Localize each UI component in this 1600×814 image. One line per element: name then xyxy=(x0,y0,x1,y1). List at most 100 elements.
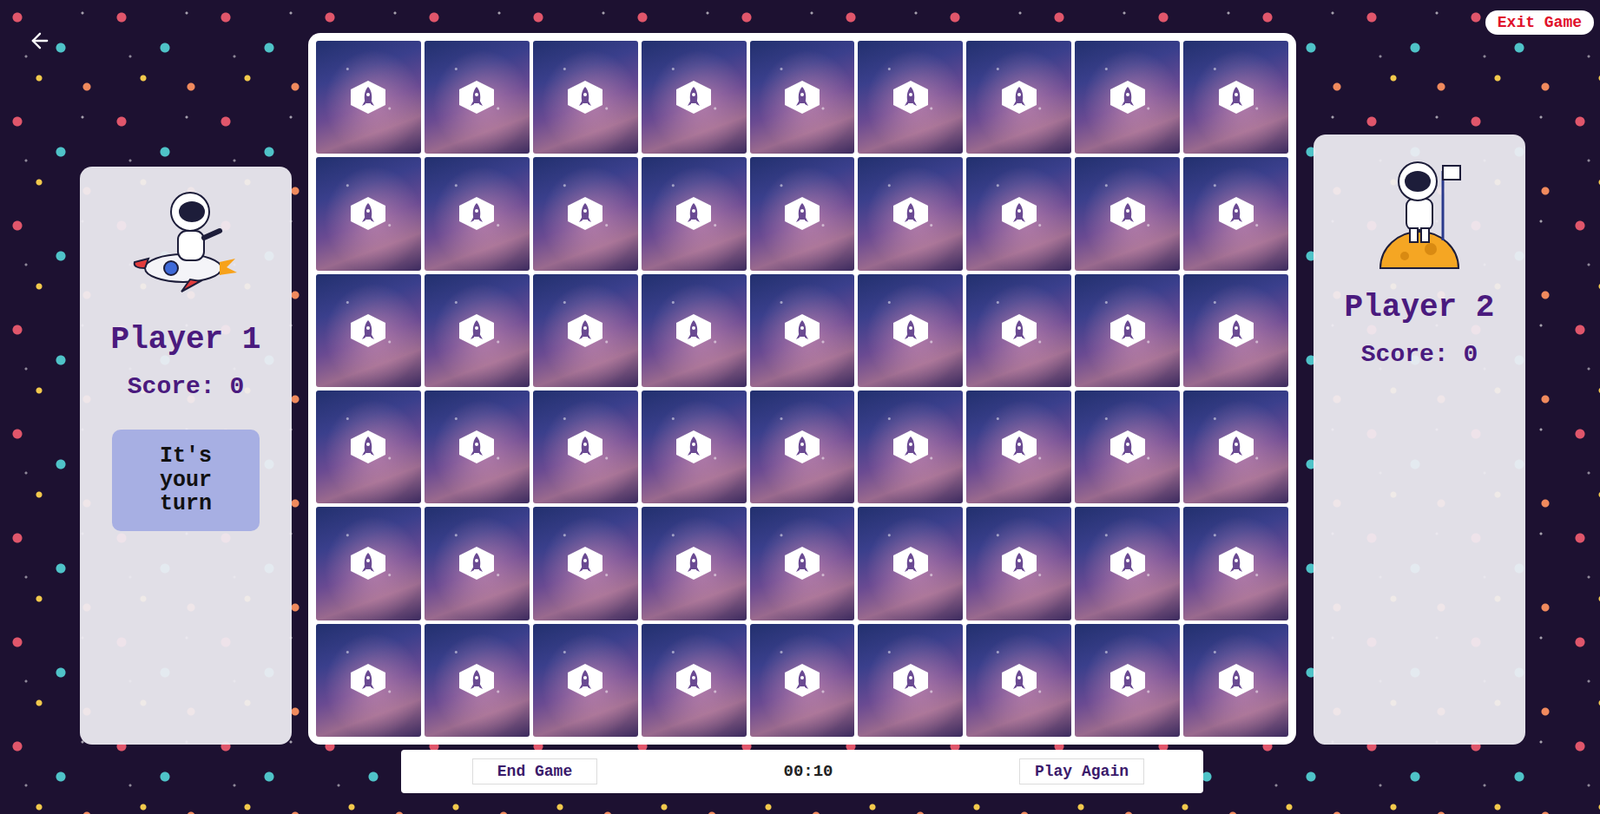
memory-card[interactable] xyxy=(316,40,422,154)
rocket-hexagon-icon xyxy=(1108,663,1147,698)
memory-card[interactable] xyxy=(316,274,422,388)
memory-card[interactable] xyxy=(641,40,747,154)
center-column: End Game 00:10 Play Again xyxy=(308,32,1297,794)
memory-card[interactable] xyxy=(533,40,639,154)
rocket-hexagon-icon xyxy=(348,663,388,698)
rocket-hexagon-icon xyxy=(457,663,496,698)
control-bar: End Game 00:10 Play Again xyxy=(401,750,1204,794)
memory-card[interactable] xyxy=(533,157,639,270)
rocket-hexagon-icon xyxy=(783,663,822,698)
memory-card[interactable] xyxy=(424,157,530,270)
memory-card[interactable] xyxy=(316,390,422,504)
rocket-hexagon-icon xyxy=(674,196,713,231)
memory-card[interactable] xyxy=(750,40,856,154)
memory-card[interactable] xyxy=(1074,624,1180,738)
memory-card[interactable] xyxy=(316,624,422,738)
right-column: Exit GamePlayer 2Score: 0 xyxy=(1296,0,1600,745)
player-score: Score: 0 xyxy=(1361,341,1478,369)
memory-card[interactable] xyxy=(641,506,747,620)
left-column: Player 1Score: 0It's your turn xyxy=(0,0,309,745)
memory-card[interactable] xyxy=(966,274,1072,388)
memory-card[interactable] xyxy=(1183,390,1289,504)
back-button[interactable] xyxy=(27,28,53,53)
memory-card[interactable] xyxy=(533,506,639,620)
rocket-hexagon-icon xyxy=(1108,196,1147,231)
player-score: Score: 0 xyxy=(127,373,244,401)
memory-card[interactable] xyxy=(424,390,530,504)
memory-card[interactable] xyxy=(533,624,639,738)
memory-card[interactable] xyxy=(750,274,856,388)
avatar xyxy=(129,185,243,303)
memory-card[interactable] xyxy=(424,274,530,388)
astronaut-moon-icon xyxy=(1362,153,1476,271)
memory-card[interactable] xyxy=(641,390,747,504)
game-page: Player 1Score: 0It's your turn End Game 00… xyxy=(0,0,1600,814)
memory-card[interactable] xyxy=(966,390,1072,504)
memory-card[interactable] xyxy=(1183,506,1289,620)
memory-card[interactable] xyxy=(1074,390,1180,504)
memory-card[interactable] xyxy=(966,157,1072,270)
avatar xyxy=(1362,153,1476,271)
timer: 00:10 xyxy=(783,762,833,782)
memory-card[interactable] xyxy=(1183,274,1289,388)
rocket-hexagon-icon xyxy=(566,196,605,231)
memory-card[interactable] xyxy=(1074,274,1180,388)
rocket-hexagon-icon xyxy=(566,313,605,349)
rocket-hexagon-icon xyxy=(457,313,496,349)
rocket-hexagon-icon xyxy=(348,196,388,231)
rocket-hexagon-icon xyxy=(566,663,605,698)
memory-card[interactable] xyxy=(424,624,530,738)
memory-card[interactable] xyxy=(424,40,530,154)
rocket-hexagon-icon xyxy=(1000,429,1039,465)
memory-card[interactable] xyxy=(966,40,1072,154)
memory-card[interactable] xyxy=(750,506,856,620)
play-again-button[interactable]: Play Again xyxy=(1019,758,1145,785)
memory-card[interactable] xyxy=(857,624,963,738)
rocket-hexagon-icon xyxy=(457,79,496,115)
memory-card[interactable] xyxy=(750,390,856,504)
memory-card[interactable] xyxy=(1183,157,1289,270)
rocket-hexagon-icon xyxy=(1108,313,1147,349)
memory-card[interactable] xyxy=(316,506,422,620)
game-board xyxy=(308,32,1297,745)
memory-card[interactable] xyxy=(641,157,747,270)
rocket-hexagon-icon xyxy=(891,79,930,115)
rocket-hexagon-icon xyxy=(1108,429,1147,465)
memory-card[interactable] xyxy=(857,390,963,504)
memory-card[interactable] xyxy=(1183,624,1289,738)
rocket-hexagon-icon xyxy=(1217,196,1256,231)
exit-game-button[interactable]: Exit Game xyxy=(1485,10,1594,35)
memory-card[interactable] xyxy=(316,157,422,270)
rocket-hexagon-icon xyxy=(674,313,713,349)
rocket-hexagon-icon xyxy=(783,429,822,465)
memory-card[interactable] xyxy=(1183,40,1289,154)
memory-card[interactable] xyxy=(1074,40,1180,154)
memory-card[interactable] xyxy=(1074,506,1180,620)
memory-card[interactable] xyxy=(857,157,963,270)
rocket-hexagon-icon xyxy=(674,546,713,581)
rocket-hexagon-icon xyxy=(348,546,388,581)
memory-card[interactable] xyxy=(857,274,963,388)
rocket-hexagon-icon xyxy=(457,196,496,231)
memory-card[interactable] xyxy=(1074,157,1180,270)
memory-card[interactable] xyxy=(857,40,963,154)
memory-card[interactable] xyxy=(641,274,747,388)
memory-card[interactable] xyxy=(641,624,747,738)
rocket-hexagon-icon xyxy=(348,429,388,465)
rocket-hexagon-icon xyxy=(1217,79,1256,115)
end-game-button[interactable]: End Game xyxy=(472,758,598,785)
memory-card[interactable] xyxy=(966,506,1072,620)
rocket-hexagon-icon xyxy=(1000,313,1039,349)
rocket-hexagon-icon xyxy=(783,79,822,115)
arrow-left-icon xyxy=(27,28,53,53)
memory-card[interactable] xyxy=(750,624,856,738)
memory-card[interactable] xyxy=(966,624,1072,738)
memory-card[interactable] xyxy=(857,506,963,620)
memory-card[interactable] xyxy=(533,390,639,504)
memory-card[interactable] xyxy=(424,506,530,620)
player-panel: Player 1Score: 0It's your turn xyxy=(79,166,292,745)
memory-card[interactable] xyxy=(533,274,639,388)
rocket-hexagon-icon xyxy=(1217,546,1256,581)
rocket-hexagon-icon xyxy=(783,313,822,349)
memory-card[interactable] xyxy=(750,157,856,270)
